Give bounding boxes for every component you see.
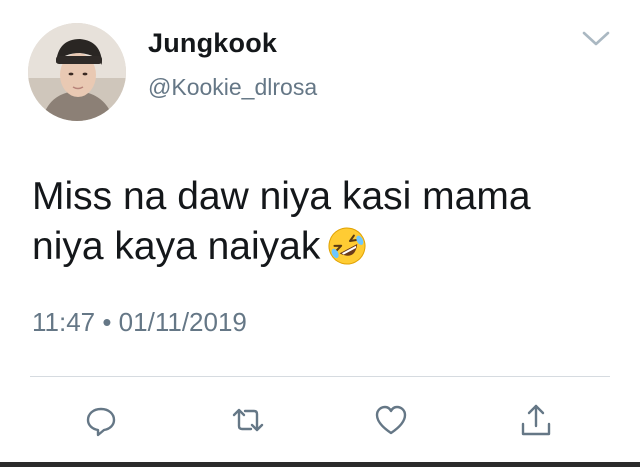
reply-button[interactable] [83, 402, 119, 438]
like-button[interactable] [373, 402, 409, 438]
tweet-timestamp[interactable]: 11:47 • 01/11/2019 [32, 307, 247, 338]
chevron-down-icon[interactable] [580, 28, 612, 50]
profile-photo [28, 23, 126, 121]
retweet-icon [232, 408, 264, 432]
divider [30, 376, 610, 377]
heart-icon [375, 405, 407, 435]
tweet-text-line-2-text: niya kaya naiyak [32, 225, 321, 268]
share-icon [521, 404, 551, 436]
tweet-text-line-1: Miss na daw niya kasi mama [32, 175, 531, 218]
display-name[interactable]: Jungkook [148, 28, 277, 59]
share-button[interactable] [518, 402, 554, 438]
user-handle[interactable]: @Kookie_dlrosa [148, 74, 317, 101]
tweet-text-line-2: niya kaya naiyak [32, 222, 612, 272]
tweet-text: Miss na daw niya kasi mama niya kaya nai… [32, 172, 612, 272]
retweet-button[interactable] [230, 402, 266, 438]
bottom-edge [0, 462, 640, 467]
reply-bubble-icon [86, 407, 116, 437]
rolling-on-the-floor-laughing-emoji [326, 225, 368, 267]
avatar[interactable] [28, 23, 126, 121]
